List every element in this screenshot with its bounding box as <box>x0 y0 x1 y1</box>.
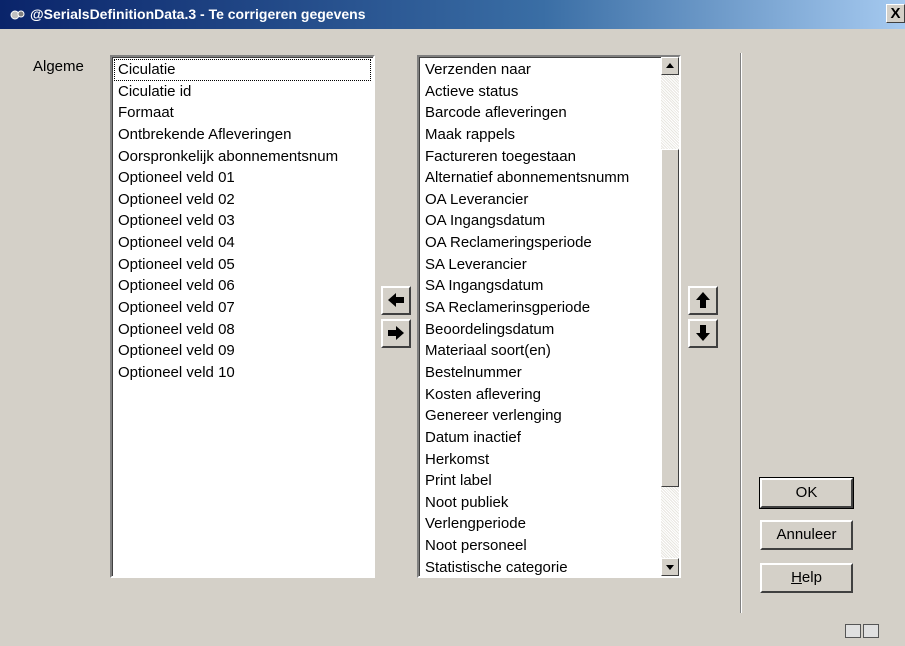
app-icon <box>10 10 25 20</box>
scroll-down-icon <box>666 565 674 570</box>
arrow-down-icon <box>696 325 710 341</box>
selected-fields-list[interactable]: Verzenden naar Actieve status Barcode afle… <box>417 55 681 578</box>
form-label: Algeme <box>33 58 84 75</box>
resize-icon <box>863 624 879 638</box>
list-item[interactable]: Optioneel veld 03 <box>112 210 373 232</box>
list-item[interactable]: Alternatief abonnementsnumm <box>419 167 661 189</box>
list-item[interactable]: Actieve status <box>419 81 661 103</box>
list-item[interactable]: Beoordelingsdatum <box>419 319 661 341</box>
list-item[interactable]: Kosten aflevering <box>419 384 661 406</box>
scroll-down-button[interactable] <box>661 558 679 576</box>
scroll-up-icon <box>666 63 674 68</box>
arrow-left-icon <box>388 293 404 307</box>
vertical-separator <box>740 53 742 613</box>
list-item[interactable]: Optioneel veld 06 <box>112 275 373 297</box>
help-accelerator: H <box>791 569 802 586</box>
list-item[interactable]: Barcode afleveringen <box>419 102 661 124</box>
list-item[interactable]: Ontbrekende Afleveringen <box>112 124 373 146</box>
list-item[interactable]: Ciculatie id <box>112 81 373 103</box>
move-up-button[interactable] <box>688 286 718 315</box>
ok-button[interactable]: OK <box>759 477 854 509</box>
list-item[interactable]: Formaat <box>112 102 373 124</box>
scroll-thumb[interactable] <box>661 149 679 487</box>
list-item[interactable]: Herkomst <box>419 449 661 471</box>
list-item[interactable]: SA Ingangsdatum <box>419 275 661 297</box>
list-item[interactable]: OA Leverancier <box>419 189 661 211</box>
list-item[interactable]: Optioneel veld 05 <box>112 254 373 276</box>
list-item[interactable]: Statistische categorie <box>419 557 661 576</box>
help-label: elp <box>801 569 822 586</box>
list-item[interactable]: Factureren toegestaan <box>419 146 661 168</box>
list-item[interactable]: Ciculatie <box>114 59 371 81</box>
move-right-button[interactable] <box>381 319 411 348</box>
list-item[interactable]: SA Reclamerinsgperiode <box>419 297 661 319</box>
list-item[interactable]: Maak rappels <box>419 124 661 146</box>
list-item[interactable]: Optioneel veld 01 <box>112 167 373 189</box>
list-item[interactable]: Verzenden naar <box>419 59 661 81</box>
keyboard-icon <box>845 624 861 638</box>
list-item[interactable]: Optioneel veld 10 <box>112 362 373 384</box>
list-item[interactable]: Datum inactief <box>419 427 661 449</box>
list-item[interactable]: Optioneel veld 04 <box>112 232 373 254</box>
available-fields-list[interactable]: Ciculatie Ciculatie id Formaat Ontbrekende … <box>110 55 375 578</box>
status-icons <box>845 624 881 642</box>
list-item[interactable]: OA Reclameringsperiode <box>419 232 661 254</box>
scroll-up-button[interactable] <box>661 57 679 75</box>
list-item[interactable]: Noot personeel <box>419 535 661 557</box>
list-item[interactable]: SA Leverancier <box>419 254 661 276</box>
list-item[interactable]: Print label <box>419 470 661 492</box>
vertical-scrollbar[interactable] <box>661 57 679 576</box>
title-bar: @SerialsDefinitionData.3 - Te corrigeren… <box>0 0 905 29</box>
move-down-button[interactable] <box>688 319 718 348</box>
list-item[interactable]: Verlengperiode <box>419 513 661 535</box>
list-item[interactable]: Oorspronkelijk abonnementsnum <box>112 146 373 168</box>
list-item[interactable]: Noot publiek <box>419 492 661 514</box>
list-item[interactable]: Optioneel veld 07 <box>112 297 373 319</box>
close-button[interactable]: X <box>886 4 905 23</box>
available-fields-items: Ciculatie Ciculatie id Formaat Ontbrekende … <box>112 59 373 384</box>
list-item[interactable]: Optioneel veld 09 <box>112 340 373 362</box>
list-item[interactable]: Materiaal soort(en) <box>419 340 661 362</box>
arrow-up-icon <box>696 292 710 308</box>
list-item[interactable]: Bestelnummer <box>419 362 661 384</box>
list-item[interactable]: OA Ingangsdatum <box>419 210 661 232</box>
list-item[interactable]: Genereer verlenging <box>419 405 661 427</box>
window-title: @SerialsDefinitionData.3 - Te corrigeren… <box>30 6 366 22</box>
list-item[interactable]: Optioneel veld 08 <box>112 319 373 341</box>
move-left-button[interactable] <box>381 286 411 315</box>
selected-fields-items: Verzenden naar Actieve status Barcode afle… <box>419 59 661 576</box>
list-item[interactable]: Optioneel veld 02 <box>112 189 373 211</box>
arrow-right-icon <box>388 326 404 340</box>
help-button[interactable]: Help <box>760 563 853 593</box>
cancel-button[interactable]: Annuleer <box>760 520 853 550</box>
